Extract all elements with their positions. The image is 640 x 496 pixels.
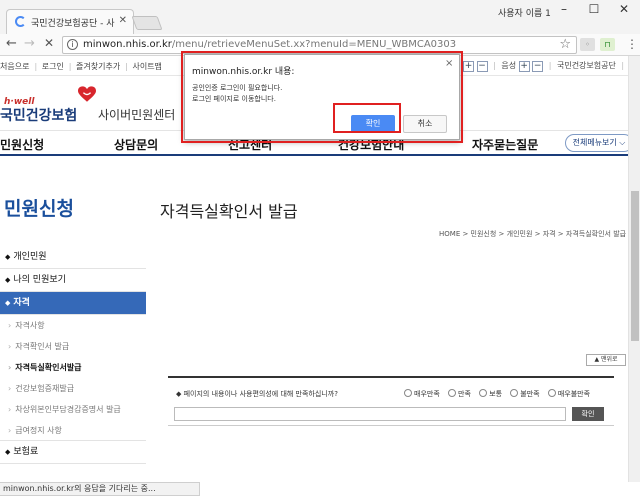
satisfaction-survey: ◆ 페이지의 내용이나 사용편의성에 대해 만족하십니까? 매우만족 만족 보통… — [168, 376, 614, 426]
radio-icon[interactable] — [448, 389, 456, 397]
dialog-title: minwon.nhis.or.kr 내용: — [192, 67, 295, 77]
scrollbar-thumb[interactable] — [631, 191, 639, 341]
extension-icon[interactable]: ◦ — [580, 38, 595, 51]
back-icon[interactable]: ← — [6, 36, 17, 51]
lnb-subitem[interactable]: › 건강보험증재발급 — [0, 378, 146, 399]
extension-green-icon[interactable]: ⊓ — [600, 38, 615, 51]
util-link-login[interactable]: 로그인 — [42, 62, 64, 71]
lnb-subitem[interactable]: › 급여정지 사항 — [0, 420, 146, 441]
nhis-site-link[interactable]: 국민건강보험공단 — [557, 61, 616, 70]
stop-icon[interactable]: ✕ — [44, 36, 54, 50]
dialog-close-icon[interactable]: × — [445, 58, 453, 69]
page-scrollbar[interactable] — [628, 56, 640, 482]
status-bar: minwon.nhis.or.kr의 응답을 기다리는 중... — [0, 482, 200, 496]
radio-icon[interactable] — [547, 389, 556, 397]
close-window-icon[interactable]: ✕ — [614, 2, 634, 16]
sound-up-button[interactable]: + — [518, 61, 530, 72]
sound-down-button[interactable]: − — [532, 61, 544, 72]
lnb-subitem-current[interactable]: › 자격득실확인서발급 — [0, 357, 146, 378]
browser-titlebar: 국민건강보험공단 - 사이 ✕ 사용자 이름 1 – ☐ ✕ — [0, 0, 640, 34]
logo-heart-icon — [78, 86, 96, 102]
site-info-icon[interactable]: i — [67, 39, 78, 50]
page-title: 자격득실확인서 발급 — [160, 202, 298, 221]
dialog-message-line: 로그인 페이지로 이동합니다. — [192, 95, 276, 103]
browser-tab[interactable]: 국민건강보험공단 - 사이 ✕ — [6, 9, 134, 34]
util-link-favorite[interactable]: 즐겨찾기추가 — [76, 62, 120, 71]
survey-option[interactable]: 매우만족 — [404, 389, 440, 398]
gnb-item-consult[interactable]: 상담문의 — [114, 136, 158, 153]
radio-icon[interactable] — [479, 389, 488, 397]
site-name[interactable]: 사이버민원센터 — [98, 106, 175, 123]
all-menu-button[interactable]: 전체메뉴보기 ⌵ — [565, 134, 628, 152]
gnb-item-minwon[interactable]: 민원신청 — [0, 136, 44, 153]
lnb-subitem[interactable]: › 자격확인서 발급 — [0, 336, 146, 357]
lnb-title: 민원신청 — [4, 198, 74, 220]
survey-option[interactable]: 매우불만족 — [547, 389, 590, 398]
zoom-out-button[interactable]: − — [476, 61, 488, 72]
sound-label: 음성 — [501, 61, 517, 70]
survey-feedback-input[interactable] — [174, 407, 566, 421]
browser-menu-icon[interactable]: ⋮ — [626, 37, 638, 51]
dialog-message: 공인인증 로그인이 필요합니다. 로그인 페이지로 이동합니다. — [192, 83, 282, 105]
loading-spinner-icon — [15, 16, 26, 27]
lnb-subitem[interactable]: › 차상위본인부담경감증명서 발급 — [0, 399, 146, 420]
survey-question: ◆ 페이지의 내용이나 사용편의성에 대해 만족하십니까? — [176, 390, 338, 398]
profile-name[interactable]: 사용자 이름 1 — [498, 6, 551, 19]
tab-close-icon[interactable]: ✕ — [119, 15, 127, 26]
dialog-ok-button[interactable]: 확인 — [351, 115, 395, 133]
zoom-in-button[interactable]: + — [463, 61, 474, 72]
address-bar[interactable]: i minwon.nhis.or.kr/menu/retrieveMenuSet… — [62, 36, 577, 54]
dialog-message-line: 공인인증 로그인이 필요합니다. — [192, 84, 283, 92]
new-tab-button[interactable] — [131, 16, 163, 30]
gnb-item-faq[interactable]: 자주묻는질문 — [472, 136, 538, 153]
survey-option[interactable]: 불만족 — [510, 389, 540, 398]
bookmark-star-icon[interactable]: ☆ — [559, 37, 571, 52]
breadcrumb: HOME > 민원신청 > 개인민원 > 자격 > 자격득실확인서 발급 — [439, 230, 627, 238]
survey-submit-button[interactable]: 확인 — [572, 407, 604, 421]
confirm-dialog: minwon.nhis.or.kr 내용: × 공인인증 로그인이 필요합니다.… — [184, 54, 460, 140]
lnb-item-personal[interactable]: ◆ 개인민원 — [0, 246, 146, 269]
util-link-sitemap[interactable]: 사이트맵 — [132, 62, 161, 71]
lnb-item-qualification[interactable]: ◆ 자격 — [0, 292, 146, 315]
logo-name[interactable]: 국민건강보험 — [0, 105, 77, 125]
scroll-top-button[interactable]: ▲ 맨위로 — [586, 354, 626, 366]
lnb-item-premium[interactable]: ◆ 보험료 — [0, 441, 146, 464]
url-text[interactable]: minwon.nhis.or.kr/menu/retrieveMenuSet.x… — [83, 39, 456, 50]
minimize-icon[interactable]: – — [554, 2, 574, 16]
util-link-home[interactable]: 처음으로 — [0, 62, 29, 71]
dialog-cancel-button[interactable]: 취소 — [403, 115, 447, 133]
tab-title: 국민건강보험공단 - 사이 — [31, 19, 115, 29]
survey-option[interactable]: 만족 — [448, 389, 471, 398]
browser-toolbar: ← → ✕ i minwon.nhis.or.kr/menu/retrieveM… — [0, 34, 640, 56]
left-navigation: ◆ 개인민원 ◆ 나의 민원보기 ◆ 자격 › 자격사항 › 자격확인서 발급 › 자격득실… — [0, 246, 146, 464]
lnb-item-my-minwon[interactable]: ◆ 나의 민원보기 — [0, 269, 146, 292]
lnb-subitem[interactable]: › 자격사항 — [0, 315, 146, 336]
forward-icon[interactable]: → — [24, 36, 35, 51]
radio-icon[interactable] — [404, 389, 412, 397]
maximize-icon[interactable]: ☐ — [584, 2, 604, 16]
survey-option[interactable]: 보통 — [479, 389, 502, 398]
radio-icon[interactable] — [510, 389, 519, 397]
